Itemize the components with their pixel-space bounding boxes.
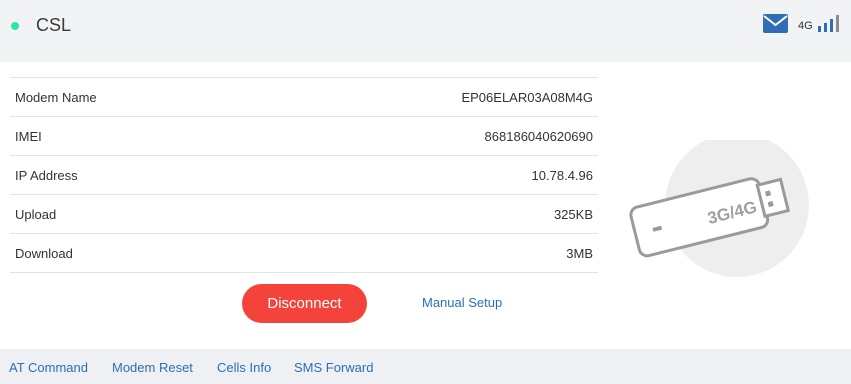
carrier-name: CSL [36,15,72,35]
info-row-modem-name: Modem Name EP06ELAR03A08M4G [10,78,598,117]
footer-link-modem-reset[interactable]: Modem Reset [112,360,193,375]
footer-link-at-command[interactable]: AT Command [9,360,88,375]
header-bar: CSL 4G [0,0,851,62]
info-row-imei: IMEI 868186040620690 [10,117,598,156]
info-value: 325KB [553,207,593,222]
info-label: IP Address [15,168,78,183]
network-type: 4G [798,20,813,32]
info-label: Upload [15,207,57,222]
modem-info-table: Modem Name EP06ELAR03A08M4G IMEI 8681860… [10,77,598,273]
disconnect-button[interactable]: Disconnect [242,284,367,323]
info-value: 3MB [566,246,593,261]
info-row-upload: Upload 325KB [10,195,598,234]
mail-icon[interactable] [763,14,788,33]
info-value: 10.78.4.96 [531,168,593,183]
modem-status-page: CSL 4G Modem Name EP06ELAR03A08M4G IMEI … [0,0,851,384]
footer-link-sms-forward[interactable]: SMS Forward [294,360,373,375]
info-label: Download [15,246,73,261]
usb-modem-icon: 3G/4G [629,140,809,277]
status-dot-icon [11,22,19,30]
manual-setup-link[interactable]: Manual Setup [422,295,502,310]
info-row-download: Download 3MB [10,234,598,273]
info-value: 868186040620690 [484,129,593,144]
info-row-ip-address: IP Address 10.78.4.96 [10,156,598,195]
info-label: Modem Name [15,90,97,105]
info-label: IMEI [15,129,42,144]
info-value: EP06ELAR03A08M4G [461,90,593,105]
footer-nav: AT Command Modem Reset Cells Info SMS Fo… [0,349,851,384]
signal-bars-icon [818,14,846,32]
footer-link-cells-info[interactable]: Cells Info [217,360,271,375]
